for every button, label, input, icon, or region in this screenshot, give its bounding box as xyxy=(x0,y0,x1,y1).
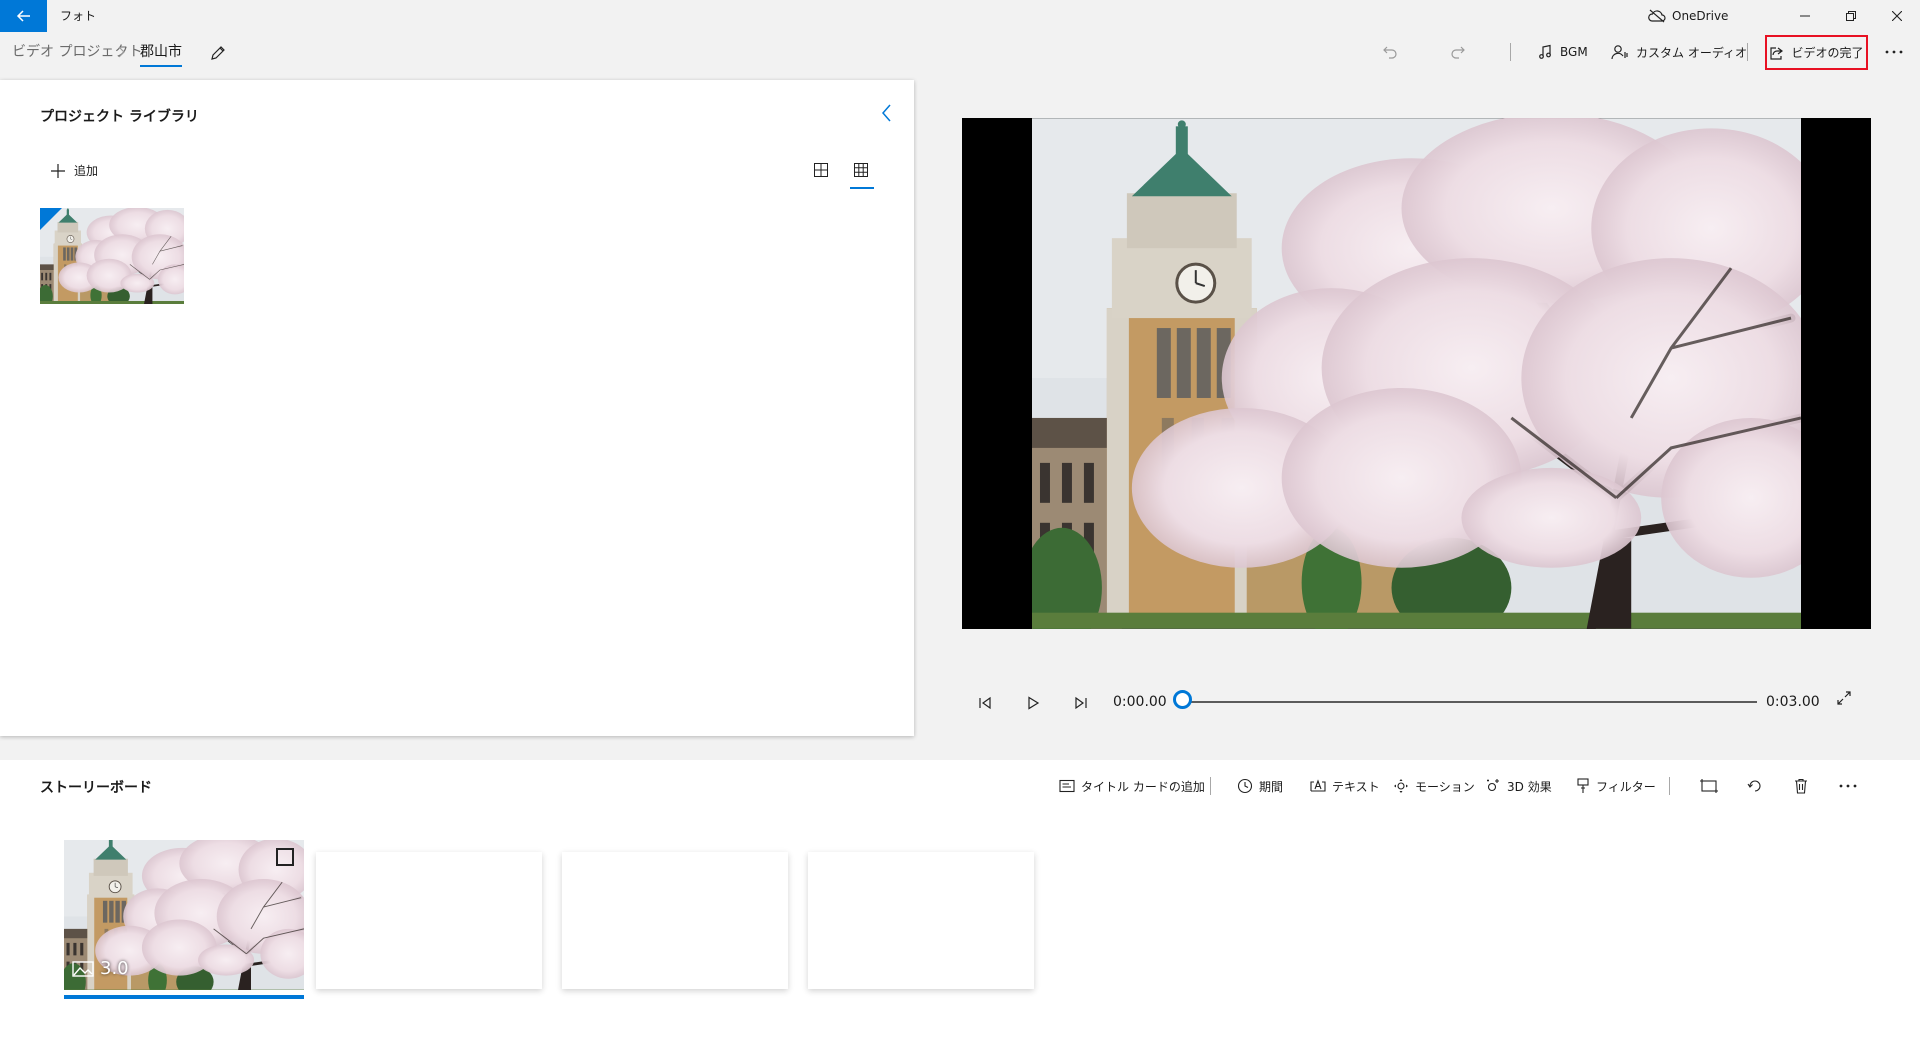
more-icon xyxy=(1884,49,1904,55)
text-button[interactable]: テキスト xyxy=(1310,774,1380,798)
cloud-off-icon xyxy=(1648,9,1666,23)
3d-effects-button[interactable]: 3D 効果 xyxy=(1485,774,1552,798)
minimize-icon xyxy=(1800,11,1810,21)
duration-label: 期間 xyxy=(1259,779,1284,794)
text-icon xyxy=(1310,778,1326,794)
fullscreen-button[interactable] xyxy=(1836,690,1852,706)
motion-button[interactable]: モーション xyxy=(1393,774,1475,798)
storyboard-title: ストーリーボード xyxy=(40,780,152,796)
bgm-label: BGM xyxy=(1560,45,1588,59)
delete-button[interactable] xyxy=(1789,774,1813,798)
pencil-icon xyxy=(210,45,226,61)
clock-icon xyxy=(1237,778,1253,794)
image-icon xyxy=(72,960,94,977)
app-title: フォト xyxy=(60,9,97,23)
next-frame-button[interactable] xyxy=(1069,691,1093,715)
clip-selected-indicator xyxy=(64,995,304,999)
share-icon xyxy=(1769,45,1785,61)
music-note-icon xyxy=(1537,44,1553,60)
play-icon xyxy=(1026,696,1040,710)
title-bar: フォト OneDrive xyxy=(0,0,1920,32)
storyboard-more-button[interactable] xyxy=(1836,774,1860,798)
custom-audio-button[interactable]: カスタム オーディオ xyxy=(1611,40,1747,64)
trash-icon xyxy=(1794,778,1808,794)
toolbar-divider xyxy=(1510,43,1511,61)
arrow-left-icon xyxy=(16,8,32,24)
current-time: 0:00.00 xyxy=(1113,694,1167,710)
motion-label: モーション xyxy=(1415,779,1475,794)
filters-button[interactable]: フィルター xyxy=(1576,774,1656,798)
in-use-marker xyxy=(40,208,62,230)
more-options-button[interactable] xyxy=(1884,40,1904,64)
title-card-icon xyxy=(1059,779,1075,793)
library-title: プロジェクト ライブラリ xyxy=(40,109,199,125)
rotate-button[interactable] xyxy=(1743,774,1767,798)
add-title-card-button[interactable]: タイトル カードの追加 xyxy=(1059,774,1205,798)
3d-effects-label: 3D 効果 xyxy=(1507,779,1552,794)
onedrive-label: OneDrive xyxy=(1672,9,1729,23)
onedrive-status[interactable]: OneDrive xyxy=(1648,0,1728,32)
empty-clip-slot xyxy=(316,852,542,989)
redo-button[interactable] xyxy=(1450,40,1466,64)
minimize-button[interactable] xyxy=(1782,0,1828,32)
empty-clip-slot xyxy=(808,852,1034,989)
person-audio-icon xyxy=(1611,44,1629,60)
video-preview xyxy=(962,118,1871,629)
clip-select-checkbox[interactable] xyxy=(276,848,294,866)
toolbar-divider xyxy=(1747,43,1748,61)
finish-video-button[interactable]: ビデオの完了 xyxy=(1765,35,1868,70)
close-button[interactable] xyxy=(1874,0,1920,32)
add-title-card-label: タイトル カードの追加 xyxy=(1081,779,1205,794)
play-button[interactable] xyxy=(1021,691,1045,715)
collapse-panel-button[interactable] xyxy=(882,104,892,122)
storyboard-panel: ストーリーボード タイトル カードの追加 期間 テキスト モーション 3D 効果… xyxy=(0,760,1920,1040)
filter-icon xyxy=(1576,778,1590,794)
text-label: テキスト xyxy=(1332,779,1380,794)
storyboard-clip[interactable]: 3.0 xyxy=(64,840,304,990)
undo-button[interactable] xyxy=(1382,40,1398,64)
storyboard-divider xyxy=(1210,777,1211,795)
preview-photo xyxy=(1032,118,1801,629)
chevron-right-icon xyxy=(118,46,126,58)
more-icon xyxy=(1838,783,1858,789)
resize-button[interactable] xyxy=(1697,774,1721,798)
restore-icon xyxy=(1846,11,1856,21)
back-button[interactable] xyxy=(0,0,47,32)
seek-bar[interactable] xyxy=(1184,701,1757,703)
bgm-button[interactable]: BGM xyxy=(1537,40,1588,64)
undo-icon xyxy=(1382,44,1398,60)
clip-duration-value: 3.0 xyxy=(100,958,129,979)
previous-frame-button[interactable] xyxy=(973,691,997,715)
empty-clip-slot xyxy=(562,852,788,989)
view-selected-indicator xyxy=(850,187,874,189)
step-back-icon xyxy=(978,696,992,710)
motion-icon xyxy=(1393,778,1409,794)
rotate-icon xyxy=(1747,778,1763,794)
sparkle-icon xyxy=(1485,778,1501,794)
seek-thumb[interactable] xyxy=(1173,690,1192,709)
redo-icon xyxy=(1450,44,1466,60)
filters-label: フィルター xyxy=(1596,779,1656,794)
crop-icon xyxy=(1700,779,1718,793)
rename-button[interactable] xyxy=(206,41,230,65)
clip-duration: 3.0 xyxy=(72,958,129,979)
large-thumbnails-view-button[interactable] xyxy=(813,162,829,178)
storyboard-divider xyxy=(1669,777,1670,795)
small-thumbnails-view-button[interactable] xyxy=(853,162,869,178)
library-media-thumbnail[interactable] xyxy=(40,208,184,304)
custom-audio-label: カスタム オーディオ xyxy=(1636,45,1747,60)
duration-button[interactable]: 期間 xyxy=(1237,774,1283,798)
plus-icon xyxy=(50,163,66,179)
project-library-panel: プロジェクト ライブラリ 追加 xyxy=(0,80,914,736)
breadcrumb-underline xyxy=(140,65,182,67)
total-time: 0:03.00 xyxy=(1766,694,1820,710)
finish-video-label: ビデオの完了 xyxy=(1791,46,1864,60)
add-media-button[interactable]: 追加 xyxy=(50,162,98,179)
step-forward-icon xyxy=(1074,696,1088,710)
restore-button[interactable] xyxy=(1828,0,1874,32)
close-icon xyxy=(1892,11,1902,21)
add-media-label: 追加 xyxy=(74,164,99,178)
